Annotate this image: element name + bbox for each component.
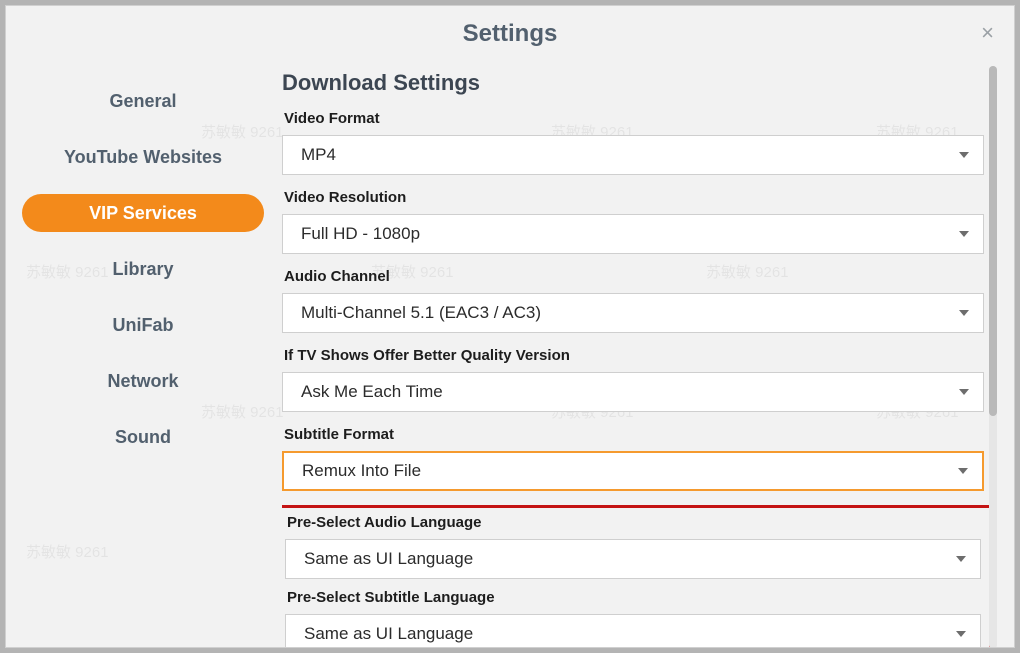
audio-channel-select[interactable]: Multi-Channel 5.1 (EAC3 / AC3) [282,293,984,333]
sidebar: General YouTube Websites VIP Services Li… [14,66,272,648]
sidebar-item-network[interactable]: Network [22,362,264,400]
tv-better-quality-value: Ask Me Each Time [301,382,443,402]
tv-better-quality-label: If TV Shows Offer Better Quality Version [284,347,984,364]
chevron-down-icon [959,152,969,158]
preselect-subtitle-value: Same as UI Language [304,624,473,644]
sidebar-item-library[interactable]: Library [22,250,264,288]
sidebar-item-label: VIP Services [89,203,197,224]
settings-panel: Download Settings Video Format MP4 Video… [272,66,1000,648]
video-resolution-select[interactable]: Full HD - 1080p [282,214,984,254]
sidebar-item-youtube-websites[interactable]: YouTube Websites [22,138,264,176]
video-resolution-label: Video Resolution [284,189,984,206]
preselect-audio-select[interactable]: Same as UI Language [285,539,981,579]
scrollbar[interactable] [989,66,997,648]
preselect-audio-label: Pre-Select Audio Language [287,514,981,531]
sidebar-item-label: Network [107,371,178,392]
sidebar-item-vip-services[interactable]: VIP Services [22,194,264,232]
sidebar-item-label: YouTube Websites [64,147,222,168]
chevron-down-icon [959,310,969,316]
close-icon[interactable]: × [981,20,994,46]
sidebar-item-label: UniFab [113,315,174,336]
video-resolution-value: Full HD - 1080p [301,224,420,244]
audio-channel-value: Multi-Channel 5.1 (EAC3 / AC3) [301,303,541,323]
preselect-subtitle-label: Pre-Select Subtitle Language [287,589,981,606]
sidebar-item-general[interactable]: General [22,82,264,120]
sidebar-item-label: Library [112,259,173,280]
audio-channel-label: Audio Channel [284,268,984,285]
dialog-title: Settings [6,6,1014,66]
chevron-down-icon [959,389,969,395]
subtitle-format-value: Remux Into File [302,461,421,481]
video-format-label: Video Format [284,110,984,127]
section-title: Download Settings [282,70,984,96]
sidebar-item-label: Sound [115,427,171,448]
video-format-value: MP4 [301,145,336,165]
preselect-audio-value: Same as UI Language [304,549,473,569]
chevron-down-icon [956,556,966,562]
highlight-box: Pre-Select Audio Language Same as UI Lan… [282,505,992,648]
chevron-down-icon [959,231,969,237]
subtitle-format-label: Subtitle Format [284,426,984,443]
settings-dialog: 苏敏敏 9261 苏敏敏 9261 苏敏敏 9261 苏敏敏 9261 苏敏敏 … [5,5,1015,648]
scrollbar-thumb[interactable] [989,66,997,416]
video-format-select[interactable]: MP4 [282,135,984,175]
sidebar-item-unifab[interactable]: UniFab [22,306,264,344]
chevron-down-icon [956,631,966,637]
sidebar-item-sound[interactable]: Sound [22,418,264,456]
tv-better-quality-select[interactable]: Ask Me Each Time [282,372,984,412]
sidebar-item-label: General [109,91,176,112]
subtitle-format-select[interactable]: Remux Into File [282,451,984,491]
preselect-subtitle-select[interactable]: Same as UI Language [285,614,981,648]
chevron-down-icon [958,468,968,474]
